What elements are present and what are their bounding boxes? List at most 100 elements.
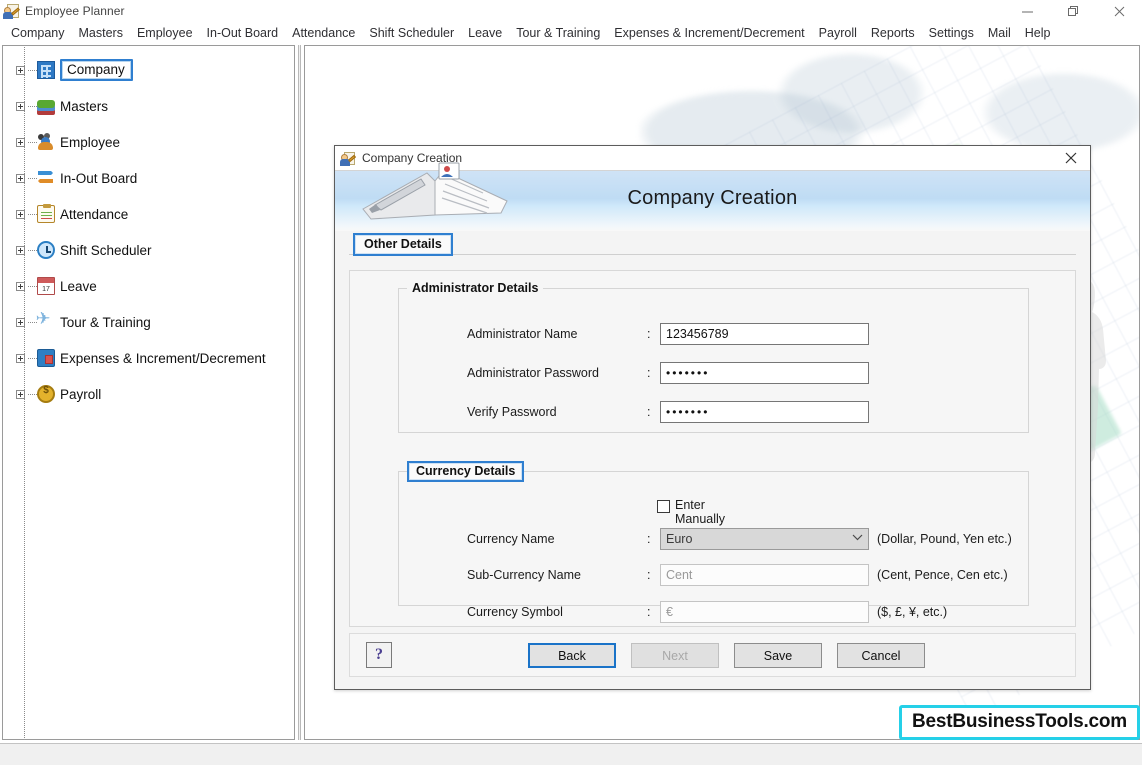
- sidebar-item-shift-scheduler[interactable]: Shift Scheduler: [4, 232, 293, 268]
- mdi-client-area: Company Creation Company Creation Other …: [304, 45, 1140, 740]
- menu-item-company[interactable]: Company: [4, 23, 72, 43]
- verify-password-input[interactable]: •••••••: [660, 401, 869, 423]
- sidebar-item-expenses[interactable]: Expenses & Increment/Decrement: [4, 340, 293, 376]
- window-controls: [1004, 0, 1142, 22]
- expand-icon[interactable]: [16, 101, 25, 111]
- menu-item-payroll[interactable]: Payroll: [812, 23, 864, 43]
- colon: :: [647, 568, 651, 582]
- currency-details-legend: Currency Details: [407, 461, 525, 482]
- sidebar-item-tour-training[interactable]: Tour & Training: [4, 304, 293, 340]
- colon: :: [647, 405, 651, 419]
- expand-icon[interactable]: [16, 245, 25, 255]
- enter-manually-checkbox[interactable]: [657, 500, 670, 513]
- airplane-icon: [37, 313, 55, 331]
- currency-name-hint: (Dollar, Pound, Yen etc.): [877, 532, 1012, 546]
- sub-currency-name-row: Sub-Currency Name : Cent (Cent, Pence, C…: [399, 562, 1028, 588]
- sidebar-item-employee[interactable]: Employee: [4, 124, 293, 160]
- menu-item-attendance[interactable]: Attendance: [285, 23, 362, 43]
- sidebar-item-label: Expenses & Increment/Decrement: [60, 350, 266, 366]
- cancel-button[interactable]: Cancel: [837, 643, 925, 668]
- menu-item-settings[interactable]: Settings: [922, 23, 981, 43]
- tab-other-details[interactable]: Other Details: [353, 233, 453, 256]
- currency-symbol-label: Currency Symbol: [467, 605, 563, 619]
- expand-icon[interactable]: [16, 389, 25, 399]
- layers-icon: [37, 97, 55, 115]
- expand-icon[interactable]: [16, 209, 25, 219]
- menu-item-masters[interactable]: Masters: [72, 23, 130, 43]
- sidebar-item-masters[interactable]: Masters: [4, 88, 293, 124]
- expand-icon[interactable]: [16, 65, 25, 75]
- window-title: Employee Planner: [25, 3, 125, 18]
- panel-splitter[interactable]: [296, 45, 303, 740]
- currency-symbol-row: Currency Symbol : € ($, £, ¥, etc.): [399, 599, 1028, 625]
- expand-icon[interactable]: [16, 317, 25, 327]
- currency-symbol-hint: ($, £, ¥, etc.): [877, 605, 948, 619]
- menu-item-employee[interactable]: Employee: [130, 23, 200, 43]
- menu-item-help[interactable]: Help: [1018, 23, 1058, 43]
- save-button[interactable]: Save: [734, 643, 822, 668]
- back-button[interactable]: Back: [528, 643, 616, 668]
- expand-icon[interactable]: [16, 353, 25, 363]
- sidebar-item-attendance[interactable]: Attendance: [4, 196, 293, 232]
- sidebar-item-in-out-board[interactable]: In-Out Board: [4, 160, 293, 196]
- workspace: Company Masters Employee In-Out Board At…: [0, 43, 1142, 743]
- administrator-name-row: Administrator Name : 123456789: [399, 321, 1028, 347]
- sidebar-item-payroll[interactable]: Payroll: [4, 376, 293, 412]
- help-button[interactable]: ?: [366, 642, 392, 668]
- menu-item-shift-scheduler[interactable]: Shift Scheduler: [362, 23, 461, 43]
- window-titlebar: Employee Planner: [0, 0, 1142, 22]
- dialog-close-icon[interactable]: [1052, 146, 1090, 170]
- colon: :: [647, 532, 651, 546]
- sidebar-item-label: Employee: [60, 134, 121, 150]
- menu-item-reports[interactable]: Reports: [864, 23, 922, 43]
- administrator-name-label: Administrator Name: [467, 327, 578, 341]
- status-bar: [0, 743, 1142, 765]
- menu-item-mail[interactable]: Mail: [981, 23, 1018, 43]
- in-out-arrows-icon: [37, 169, 55, 187]
- expand-icon[interactable]: [16, 173, 25, 183]
- currency-name-select[interactable]: Euro: [660, 528, 869, 550]
- calendar-day: 17: [42, 286, 50, 293]
- currency-name-row: Currency Name : Euro (Dollar, Pound, Yen…: [399, 526, 1028, 552]
- menu-item-in-out-board[interactable]: In-Out Board: [200, 23, 286, 43]
- administrator-name-input[interactable]: 123456789: [660, 323, 869, 345]
- verify-password-label: Verify Password: [467, 405, 557, 419]
- currency-details-group: Currency Details Enter Manually Currency…: [398, 461, 1029, 623]
- sidebar-item-label: Payroll: [60, 386, 102, 402]
- currency-symbol-input[interactable]: €: [660, 601, 869, 623]
- administrator-details-group: Administrator Details Administrator Name…: [398, 281, 1029, 433]
- clock-icon: [37, 241, 55, 259]
- coin-dollar-icon: [37, 385, 55, 403]
- currency-name-label: Currency Name: [467, 532, 555, 546]
- company-creation-dialog: Company Creation Company Creation Other …: [334, 145, 1091, 690]
- sidebar-item-leave[interactable]: 17 Leave: [4, 268, 293, 304]
- sub-currency-name-input[interactable]: Cent: [660, 564, 869, 586]
- building-icon: [37, 61, 55, 79]
- minimize-button[interactable]: [1004, 0, 1050, 22]
- chevron-down-icon: [852, 529, 863, 549]
- menu-item-tour-training[interactable]: Tour & Training: [509, 23, 607, 43]
- expand-icon[interactable]: [16, 281, 25, 291]
- dialog-page: Administrator Details Administrator Name…: [349, 270, 1076, 627]
- menu-item-expenses[interactable]: Expenses & Increment/Decrement: [607, 23, 811, 43]
- wallet-icon: [37, 349, 55, 367]
- verify-password-row: Verify Password : •••••••: [399, 399, 1028, 425]
- administrator-password-input[interactable]: •••••••: [660, 362, 869, 384]
- colon: :: [647, 605, 651, 619]
- expand-icon[interactable]: [16, 137, 25, 147]
- colon: :: [647, 327, 651, 341]
- dialog-banner: Company Creation: [335, 162, 1090, 231]
- sidebar-item-label: Tour & Training: [60, 314, 151, 330]
- currency-name-value: Euro: [666, 532, 693, 546]
- close-button[interactable]: [1096, 0, 1142, 22]
- sidebar-item-label: Attendance: [60, 206, 129, 222]
- sub-currency-name-label: Sub-Currency Name: [467, 568, 581, 582]
- calendar-icon: 17: [37, 277, 55, 295]
- sidebar-item-label: In-Out Board: [60, 170, 138, 186]
- people-icon: [37, 133, 55, 151]
- sidebar-item-company[interactable]: Company: [4, 52, 293, 88]
- restore-button[interactable]: [1050, 0, 1096, 22]
- enter-manually-label: Enter Manually: [675, 498, 726, 526]
- menu-item-leave[interactable]: Leave: [461, 23, 509, 43]
- sidebar-item-label: Company: [60, 59, 133, 81]
